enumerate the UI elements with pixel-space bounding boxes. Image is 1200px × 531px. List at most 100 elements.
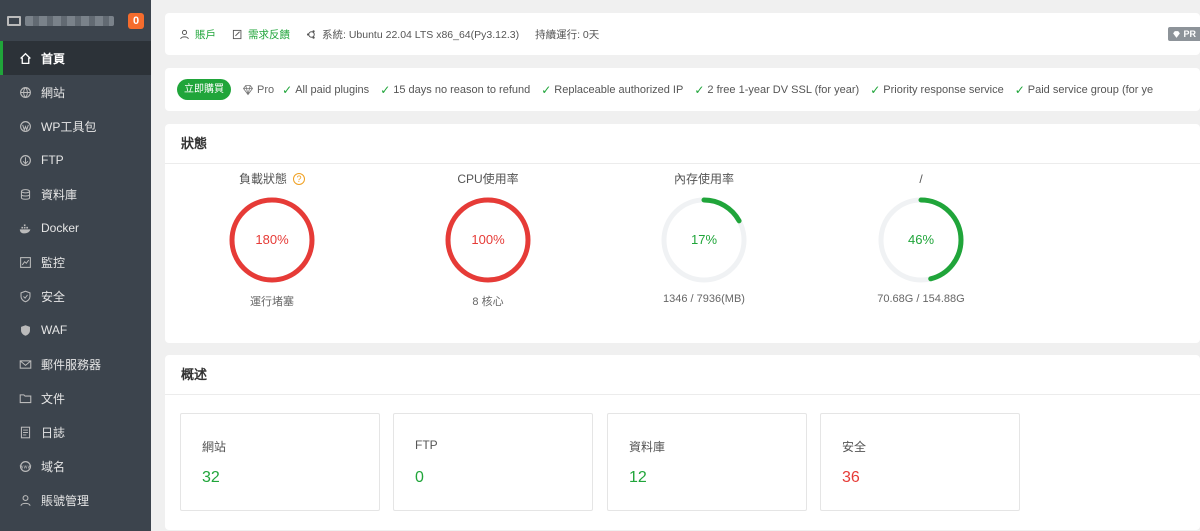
feature-item: ✓ Replaceable authorized IP bbox=[541, 82, 684, 97]
ubuntu-icon bbox=[306, 29, 315, 39]
home-icon bbox=[18, 51, 32, 65]
check-icon: ✓ bbox=[541, 82, 552, 97]
server-icon bbox=[7, 15, 21, 26]
gauge-title: / bbox=[919, 172, 923, 186]
sidebar-item-website[interactable]: 網站 bbox=[0, 75, 151, 109]
sidebar-item-wp-toolkit[interactable]: WP工具包 bbox=[0, 109, 151, 143]
gauge-subtitle: 8 核心 bbox=[472, 296, 504, 308]
feature-item: ✓ 2 free 1-year DV SSL (for year) bbox=[694, 82, 860, 97]
sidebar-item-label: 監控 bbox=[41, 255, 66, 270]
check-icon: ✓ bbox=[870, 82, 881, 97]
edit-icon bbox=[232, 29, 242, 39]
sidebar-item-docker[interactable]: Docker bbox=[0, 211, 151, 245]
wordpress-icon bbox=[18, 119, 32, 133]
overview-panel: 概述 網站 32 FTP 0 資料庫 12 安全 36 bbox=[165, 355, 1200, 530]
overview-card-security[interactable]: 安全 36 bbox=[820, 413, 1020, 511]
diamond-icon bbox=[1173, 30, 1181, 38]
sidebar-item-label: 文件 bbox=[41, 391, 66, 406]
card-value[interactable]: 0 bbox=[415, 469, 424, 487]
gauge-subtitle: 70.68G / 154.88G bbox=[877, 293, 965, 305]
pro-features-bar: 立即購買 Pro ✓ All paid plugins ✓ 15 days no r… bbox=[165, 68, 1200, 111]
feature-item: ✓ All paid plugins bbox=[282, 82, 370, 97]
pro-label: Pro bbox=[242, 84, 274, 96]
log-icon bbox=[18, 425, 32, 439]
sidebar-item-database[interactable]: 資料庫 bbox=[0, 177, 151, 211]
sidebar-item-home[interactable]: 首頁 bbox=[0, 41, 151, 75]
gauge-value: 100% bbox=[471, 232, 505, 247]
card-value[interactable]: 36 bbox=[842, 469, 860, 487]
shield-icon bbox=[18, 289, 32, 303]
help-icon[interactable]: ? bbox=[293, 173, 305, 185]
top-info-bar: 賬戶 需求反饋 系統: Ubuntu 22.04 LTS x86_64(Py3.… bbox=[165, 13, 1200, 55]
sidebar-item-files[interactable]: 文件 bbox=[0, 381, 151, 415]
sidebar-item-domain[interactable]: www 域名 bbox=[0, 449, 151, 483]
check-icon: ✓ bbox=[282, 82, 293, 97]
notification-badge[interactable]: 0 bbox=[128, 12, 144, 29]
overview-title: 概述 bbox=[165, 355, 1200, 395]
sidebar-item-mail-server[interactable]: 郵件服務器 bbox=[0, 347, 151, 381]
globe-icon bbox=[18, 85, 32, 99]
feedback-link[interactable]: 需求反饋 bbox=[232, 27, 290, 42]
sidebar-item-label: 賬號管理 bbox=[41, 493, 90, 508]
gauge-memory[interactable]: 內存使用率 17% 1346 / 7936(MB) bbox=[634, 164, 774, 305]
gauge-ring: 17% bbox=[658, 194, 750, 286]
feature-item: ✓ Paid service group (for ye bbox=[1014, 82, 1154, 97]
mail-icon bbox=[18, 357, 32, 371]
main-content: 賬戶 需求反饋 系統: Ubuntu 22.04 LTS x86_64(Py3.… bbox=[165, 0, 1200, 531]
sidebar-item-logs[interactable]: 日誌 bbox=[0, 415, 151, 449]
status-title: 狀態 bbox=[165, 124, 1200, 164]
sidebar-item-label: 日誌 bbox=[41, 425, 66, 440]
card-value[interactable]: 32 bbox=[202, 469, 220, 487]
hostname-redacted bbox=[25, 15, 114, 26]
card-label: 網站 bbox=[202, 440, 227, 454]
docker-icon bbox=[18, 221, 32, 235]
ftp-icon bbox=[18, 153, 32, 167]
gauge-disk[interactable]: / 46% 70.68G / 154.88G bbox=[851, 164, 991, 305]
sidebar-item-label: 域名 bbox=[41, 459, 66, 474]
domain-icon: www bbox=[18, 459, 32, 473]
gauge-value: 46% bbox=[907, 232, 935, 247]
diamond-icon bbox=[242, 84, 254, 95]
user-icon bbox=[180, 29, 189, 39]
sidebar-item-label: FTP bbox=[41, 153, 64, 167]
check-icon: ✓ bbox=[694, 82, 705, 97]
sidebar-item-label: 郵件服務器 bbox=[41, 357, 102, 372]
sidebar-header: 0 bbox=[0, 0, 151, 41]
gauge-ring: 100% bbox=[442, 194, 534, 286]
waf-shield-icon bbox=[18, 323, 32, 337]
monitor-icon bbox=[18, 255, 32, 269]
sidebar-item-security[interactable]: 安全 bbox=[0, 279, 151, 313]
user-icon bbox=[18, 493, 32, 507]
sidebar-item-label: WAF bbox=[41, 323, 68, 337]
card-label: 資料庫 bbox=[629, 440, 666, 454]
card-label: FTP bbox=[415, 438, 438, 452]
sidebar-item-label: 網站 bbox=[41, 85, 66, 100]
system-info: 系統: Ubuntu 22.04 LTS x86_64(Py3.12.3) bbox=[306, 27, 519, 42]
sidebar: 0 首頁 網站 WP工具包 FTP 資料庫 Docker 監控 安全 WAF 郵… bbox=[0, 0, 151, 531]
sidebar-item-label: 資料庫 bbox=[41, 187, 78, 202]
pro-chip[interactable]: PR bbox=[1168, 27, 1200, 41]
gauge-load[interactable]: 負載狀態? 180% 運行堵塞 bbox=[202, 164, 342, 309]
feature-item: ✓ 15 days no reason to refund bbox=[380, 82, 531, 97]
check-icon: ✓ bbox=[1014, 82, 1025, 97]
account-link[interactable]: 賬戶 bbox=[179, 27, 216, 42]
overview-card-website[interactable]: 網站 32 bbox=[180, 413, 380, 511]
gauge-value: 180% bbox=[255, 232, 289, 247]
uptime-info: 持續運行: 0天 bbox=[535, 28, 600, 41]
overview-card-ftp[interactable]: FTP 0 bbox=[393, 413, 593, 511]
sidebar-item-accounts[interactable]: 賬號管理 bbox=[0, 483, 151, 517]
gauge-cpu[interactable]: CPU使用率 100% 8 核心 bbox=[418, 164, 558, 309]
sidebar-item-monitor[interactable]: 監控 bbox=[0, 245, 151, 279]
gauge-title: 負載狀態 bbox=[238, 172, 287, 186]
sidebar-item-label: 首頁 bbox=[41, 51, 66, 66]
gauge-subtitle: 運行堵塞 bbox=[250, 296, 294, 308]
svg-text:www: www bbox=[19, 464, 31, 470]
gauge-title: 內存使用率 bbox=[673, 172, 734, 186]
sidebar-item-ftp[interactable]: FTP bbox=[0, 143, 151, 177]
gauge-value: 17% bbox=[690, 232, 718, 247]
buy-now-button[interactable]: 立即購買 bbox=[177, 79, 231, 100]
sidebar-item-waf[interactable]: WAF bbox=[0, 313, 151, 347]
overview-card-database[interactable]: 資料庫 12 bbox=[607, 413, 807, 511]
gauge-ring: 180% bbox=[226, 194, 318, 286]
card-value[interactable]: 12 bbox=[629, 469, 647, 487]
